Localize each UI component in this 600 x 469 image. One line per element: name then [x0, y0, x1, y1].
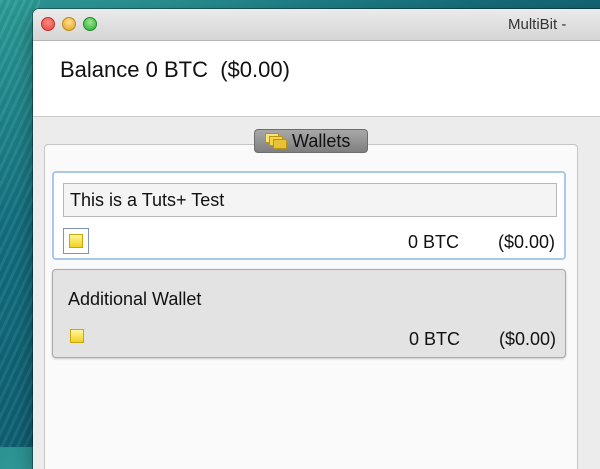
wallet-btc-balance: 0 BTC: [408, 329, 460, 349]
wallet-name-label: Additional Wallet: [68, 289, 202, 309]
zoom-window-button[interactable]: [83, 17, 97, 31]
wallets-stack-icon: [265, 133, 287, 149]
wallet-name-field[interactable]: [63, 183, 557, 217]
minimize-window-button[interactable]: [62, 17, 76, 31]
close-window-button[interactable]: [41, 17, 55, 31]
window-title: MultiBit -: [508, 16, 567, 33]
wallet-fiat-balance: ($0.00): [497, 232, 555, 252]
wallet-card-selected[interactable]: 0 BTC ($0.00): [52, 171, 566, 260]
wallet-icon: [70, 329, 84, 343]
wallet-icon: [69, 234, 83, 248]
main-content: 0 BTC ($0.00) Additional Wallet 0 BTC ($…: [33, 117, 600, 469]
balance-label: Balance 0 BTC ($0.00): [60, 57, 290, 82]
wallet-card[interactable]: Additional Wallet 0 BTC ($0.00): [52, 269, 566, 358]
wallets-tab[interactable]: Wallets: [254, 129, 368, 153]
wallet-fiat-balance: ($0.00): [498, 329, 556, 349]
wallets-tab-label: Wallets: [292, 130, 351, 151]
app-window: MultiBit - Balance 0 BTC ($0.00) 0 BTC (…: [33, 9, 600, 469]
wallet-btc-balance: 0 BTC: [407, 232, 459, 252]
wallets-panel: 0 BTC ($0.00) Additional Wallet 0 BTC ($…: [44, 144, 578, 469]
title-bar[interactable]: MultiBit -: [33, 9, 600, 41]
balance-header: Balance 0 BTC ($0.00): [33, 41, 600, 117]
wallet-icon-button[interactable]: [63, 228, 89, 254]
